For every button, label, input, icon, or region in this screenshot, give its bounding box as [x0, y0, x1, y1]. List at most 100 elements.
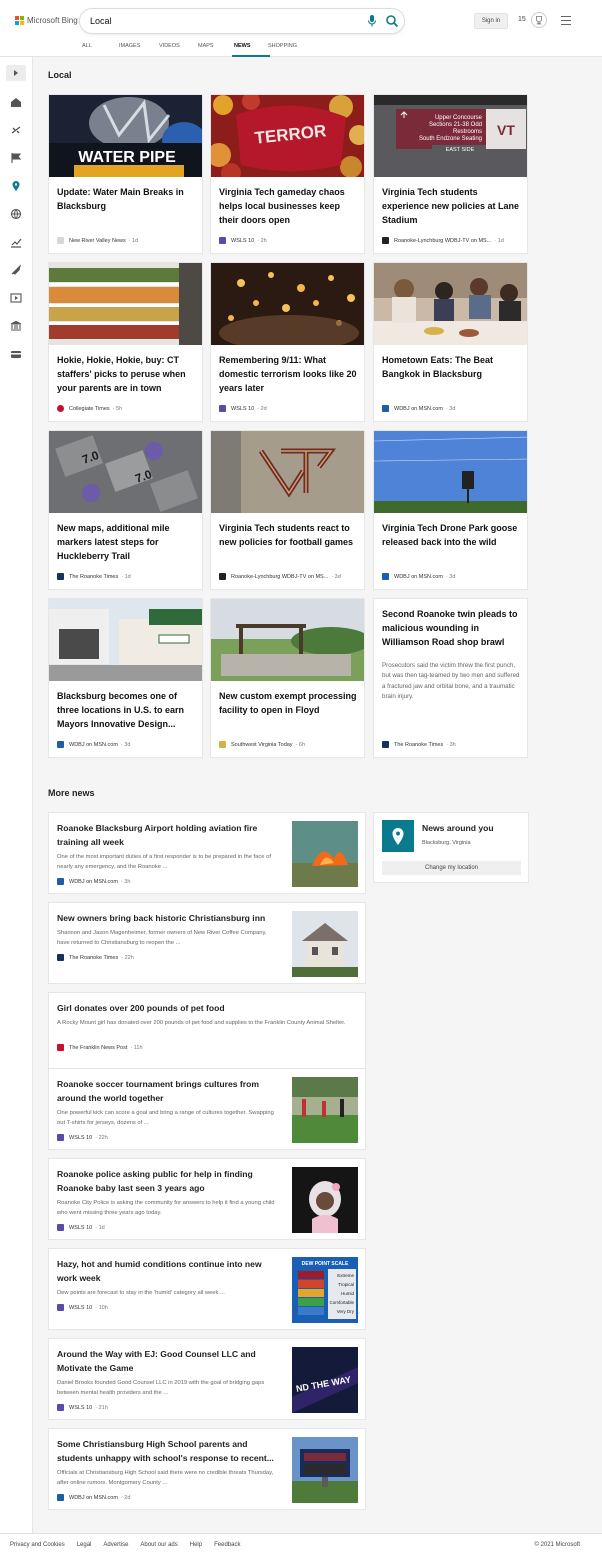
news-title[interactable]: Some Christiansburg High School parents … [57, 1438, 279, 1465]
card-title[interactable]: Hometown Eats: The Beat Bangkok in Black… [382, 353, 522, 381]
source-favicon-icon [219, 405, 226, 412]
news-title[interactable]: Girl donates over 200 pounds of pet food [57, 1002, 357, 1016]
svg-text:WATER PIPE: WATER PIPE [78, 149, 176, 166]
news-list-item[interactable]: New owners bring back historic Christian… [48, 902, 366, 984]
globe-icon[interactable] [9, 207, 23, 220]
news-title[interactable]: New owners bring back historic Christian… [57, 912, 279, 926]
svg-text:Restrooms: Restrooms [453, 129, 482, 135]
current-location: Blacksburg, Virginia [422, 840, 471, 846]
microphone-icon[interactable] [366, 14, 378, 28]
news-snippet: Dew points are forecast to stay in the '… [57, 1290, 225, 1296]
search-icon[interactable] [385, 14, 399, 28]
source-favicon-icon [382, 237, 389, 244]
svg-text:Humid: Humid [341, 1291, 355, 1296]
card-source: Roanoke-Lynchburg WDBJ-TV on MS... · 3d [219, 573, 364, 580]
card-title[interactable]: Update: Water Main Breaks in Blacksburg [57, 185, 197, 213]
news-list-item[interactable]: Some Christiansburg High School parents … [48, 1428, 366, 1510]
card-icon[interactable] [9, 347, 23, 359]
card-title[interactable]: New maps, additional mile markers latest… [57, 521, 197, 563]
svg-text:Upper Concourse: Upper Concourse [435, 115, 483, 121]
news-card[interactable]: Hokie, Hokie, Hokie, buy: CT staffers' p… [48, 262, 203, 422]
card-title[interactable]: Virginia Tech students experience new po… [382, 185, 522, 227]
sign-in-button[interactable]: Sign in [474, 13, 508, 29]
news-list-item[interactable]: Roanoke soccer tournament brings culture… [48, 1068, 366, 1150]
tab-all[interactable]: ALL [82, 40, 119, 57]
gameday-crowd-image: TERROR [211, 95, 364, 177]
card-title[interactable]: Remembering 9/11: What domestic terroris… [219, 353, 359, 395]
rewards-count[interactable]: 15 [518, 16, 526, 23]
news-snippet: Shannon and Jason Magenheimer, former ow… [57, 930, 267, 946]
expand-icon[interactable] [6, 65, 26, 81]
news-card[interactable]: WATER PIPE Update: Water Main Breaks in … [48, 94, 203, 254]
news-card[interactable]: Virginia Tech Drone Park goose released … [373, 430, 528, 590]
card-title[interactable]: Second Roanoke twin pleads to malicious … [382, 607, 522, 649]
news-list-item[interactable]: Roanoke police asking public for help in… [48, 1158, 366, 1240]
news-list-item[interactable]: Around the Way with EJ: Good Counsel LLC… [48, 1338, 366, 1420]
news-card[interactable]: Hometown Eats: The Beat Bangkok in Black… [373, 262, 528, 422]
rewards-trophy-icon[interactable] [531, 12, 547, 28]
news-card[interactable]: 7.0 7.0 New maps, additional mile marker… [48, 430, 203, 590]
card-source: WDBJ on MSN.com · 3d [57, 741, 202, 748]
card-source: WSLS 10 · 2h [219, 237, 364, 244]
source-favicon-icon [57, 954, 64, 961]
source-favicon-icon [382, 405, 389, 412]
card-source: The Roanoke Times · 1d [57, 573, 202, 580]
card-title[interactable]: Hokie, Hokie, Hokie, buy: CT staffers' p… [57, 353, 197, 395]
news-list-item[interactable]: Hazy, hot and humid conditions continue … [48, 1248, 366, 1330]
footer-link-feedback[interactable]: Feedback [214, 1542, 240, 1548]
card-title[interactable]: Virginia Tech Drone Park goose released … [382, 521, 522, 549]
tab-maps[interactable]: MAPS [198, 40, 234, 57]
tab-shopping[interactable]: SHOPPING [268, 40, 308, 57]
news-title[interactable]: Hazy, hot and humid conditions continue … [57, 1258, 279, 1285]
news-card[interactable]: Second Roanoke twin pleads to malicious … [373, 598, 528, 758]
footer-link-help[interactable]: Help [190, 1542, 202, 1548]
news-title[interactable]: Around the Way with EJ: Good Counsel LLC… [57, 1348, 279, 1375]
video-icon[interactable] [9, 291, 23, 303]
card-title[interactable]: Virginia Tech gameday chaos helps local … [219, 185, 359, 227]
bing-logo[interactable]: Microsoft Bing [15, 16, 78, 25]
chart-icon[interactable] [9, 235, 23, 248]
news-title[interactable]: Roanoke police asking public for help in… [57, 1168, 279, 1195]
location-pin-icon[interactable] [9, 179, 23, 191]
news-card[interactable]: Blacksburg becomes one of three location… [48, 598, 203, 758]
vertical-tabs: ALL IMAGES VIDEOS MAPS NEWS SHOPPING [82, 40, 308, 57]
flag-icon[interactable] [9, 151, 23, 163]
tab-videos[interactable]: VIDEOS [159, 40, 198, 57]
copyright: © 2021 Microsoft [534, 1542, 580, 1548]
search-input[interactable] [90, 13, 350, 29]
news-list-item[interactable]: Roanoke Blacksburg Airport holding aviat… [48, 812, 366, 894]
rocket-icon[interactable] [9, 263, 23, 275]
menu-icon[interactable] [561, 16, 571, 25]
card-source: New River Valley News · 1d [57, 237, 202, 244]
stadium-sign-image: VT Upper Concourse Sections 21-38 Odd Re… [374, 95, 527, 177]
news-card[interactable]: New custom exempt processing facility to… [210, 598, 365, 758]
card-title[interactable]: New custom exempt processing facility to… [219, 689, 359, 717]
news-card[interactable]: Remembering 9/11: What domestic terroris… [210, 262, 365, 422]
news-list-item[interactable]: Girl donates over 200 pounds of pet food… [48, 992, 366, 1074]
source-favicon-icon [57, 878, 64, 885]
footer-link-advertise[interactable]: Advertise [103, 1542, 128, 1548]
change-location-button[interactable]: Change my location [382, 861, 521, 875]
footer-link-about-ads[interactable]: About our ads [140, 1542, 177, 1548]
news-source: WSLS 10 · 10h [57, 1304, 108, 1311]
high-school-sign-thumbnail [292, 1437, 358, 1503]
news-card[interactable]: TERROR Virginia Tech gameday chaos helps… [210, 94, 365, 254]
tab-images[interactable]: IMAGES [119, 40, 159, 57]
home-icon[interactable] [9, 95, 23, 107]
news-snippet: One of the most important duties of a fi… [57, 854, 271, 870]
card-title[interactable]: Blacksburg becomes one of three location… [57, 689, 197, 731]
around-the-way-thumbnail: ND THE WAY [292, 1347, 358, 1413]
news-card[interactable]: Virginia Tech students react to new poli… [210, 430, 365, 590]
vt-logo-wall-image [211, 431, 364, 513]
card-title[interactable]: Virginia Tech students react to new poli… [219, 521, 359, 549]
news-card[interactable]: VT Upper Concourse Sections 21-38 Odd Re… [373, 94, 528, 254]
satellite-icon[interactable] [9, 123, 23, 135]
source-favicon-icon [57, 237, 64, 244]
news-title[interactable]: Roanoke soccer tournament brings culture… [57, 1078, 279, 1105]
card-source: Southwest Virginia Today · 6h [219, 741, 364, 748]
news-title[interactable]: Roanoke Blacksburg Airport holding aviat… [57, 822, 279, 849]
footer-link-legal[interactable]: Legal [77, 1542, 92, 1548]
footer-link-privacy[interactable]: Privacy and Cookies [10, 1542, 65, 1548]
tab-news[interactable]: NEWS [232, 40, 270, 57]
bank-icon[interactable] [9, 319, 23, 331]
